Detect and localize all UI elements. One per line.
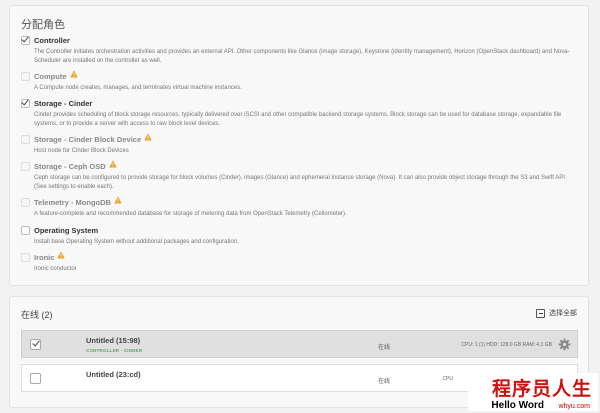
node-row[interactable]: Untitled (15:98) CONTROLLER · CINDER 在线 … (21, 330, 578, 358)
node-status: 在线 (378, 345, 391, 351)
role-operating-system[interactable]: Operating System Install base Operating … (21, 224, 579, 247)
storage-cinder-checkbox[interactable] (21, 98, 30, 108)
warning-icon (69, 70, 78, 78)
role-name: Operating System (34, 225, 99, 235)
role-description: A Compute node creates, manages, and ter… (34, 85, 242, 91)
ironic-checkbox[interactable] (21, 252, 30, 262)
roles-panel: 分配角色 Controller The Controller initiates… (9, 5, 589, 286)
role-controller[interactable]: Controller The Controller initiates orch… (21, 34, 579, 66)
ceph-osd-checkbox[interactable] (21, 161, 30, 171)
node-status: 在线 (378, 379, 391, 385)
role-storage-ceph-osd[interactable]: Storage - Ceph OSD Ceph storage can be c… (21, 160, 579, 192)
role-name: Telemetry - MongoDB (34, 197, 111, 207)
warning-icon (114, 196, 122, 204)
role-storage-cinder-block-device[interactable]: Storage - Cinder Block Device Host node … (21, 133, 579, 156)
operating-system-checkbox[interactable] (21, 225, 30, 235)
warning-icon (144, 133, 152, 141)
select-all-label: 选择全部 (549, 310, 577, 317)
role-name: Storage - Cinder Block Device (34, 134, 142, 144)
telemetry-mongodb-checkbox[interactable] (21, 197, 30, 207)
node-specs: CPU: 1 (1) HDD: 128.0 GB RAM: 4.1 GB (461, 342, 552, 348)
role-ironic[interactable]: Ironic Ironic conductor (21, 251, 579, 274)
role-storage-cinder[interactable]: Storage - Cinder Cinder provides schedul… (21, 97, 579, 129)
role-description: Ironic conductor (34, 266, 77, 272)
role-description: The Controller initiates orchestration a… (34, 49, 570, 64)
warning-icon (109, 160, 117, 168)
select-all-toggle[interactable]: 选择全部 (536, 308, 577, 318)
node-name: Untitled (23:cd) (86, 370, 141, 379)
role-compute[interactable]: Compute A Compute node creates, manages,… (21, 70, 579, 93)
node-specs: CPU (442, 376, 453, 382)
role-telemetry-mongodb[interactable]: Telemetry - MongoDB A feature-complete a… (21, 196, 579, 219)
role-description: Host node for Cinder Block Devices (34, 148, 129, 154)
role-name: Controller (34, 35, 70, 45)
warning-icon (57, 251, 66, 259)
role-name: Ironic (34, 252, 55, 262)
select-all-checkbox[interactable] (536, 308, 545, 318)
role-description: Ceph storage can be configured to provid… (34, 175, 565, 190)
watermark-logo-text: 程序员人生 (491, 379, 592, 400)
role-name: Storage - Cinder (34, 98, 93, 108)
node-checkbox[interactable] (30, 373, 41, 384)
role-description: A feature-complete and recommended datab… (34, 211, 347, 217)
role-name: Storage - Ceph OSD (34, 161, 106, 171)
role-description: Install base Operating System without ad… (34, 239, 239, 245)
nodes-section-title: 在线 (2) (21, 310, 53, 320)
watermark-subtitle: Hello Word (491, 400, 544, 411)
node-roles: CONTROLLER · CINDER (86, 348, 143, 353)
compute-checkbox[interactable] (21, 71, 30, 81)
node-name: Untitled (15:98) (86, 336, 141, 345)
role-name: Compute (34, 71, 67, 81)
gear-icon[interactable] (558, 338, 571, 351)
controller-checkbox[interactable] (21, 35, 30, 45)
node-checkbox[interactable] (30, 339, 41, 350)
role-description: Cinder provides scheduling of block stor… (34, 112, 562, 127)
cinder-block-device-checkbox[interactable] (21, 134, 30, 144)
watermark-url: whyu.com (558, 403, 590, 410)
roles-section-title: 分配角色 (21, 19, 65, 31)
